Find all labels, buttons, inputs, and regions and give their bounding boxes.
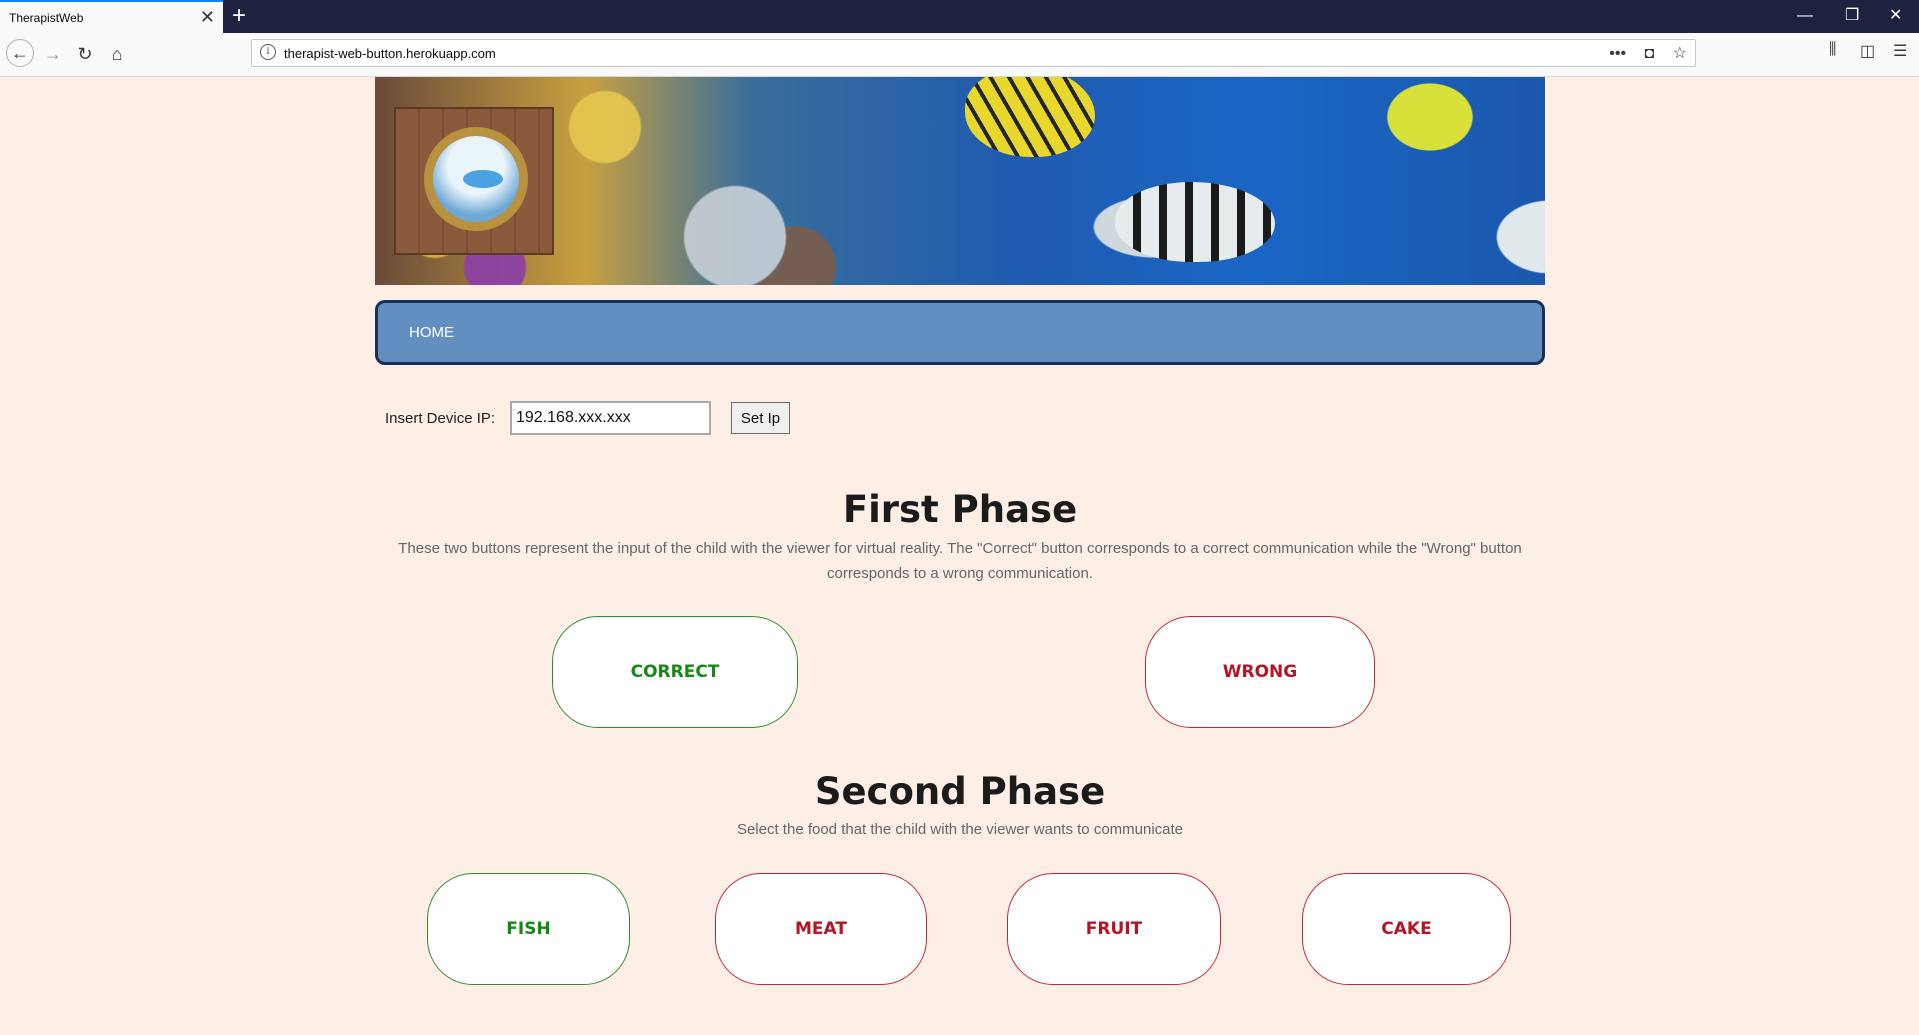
header-banner <box>375 77 1545 285</box>
browser-tab[interactable]: TherapistWeb ✕ <box>0 0 223 33</box>
bookmark-star-icon[interactable]: ☆ <box>1673 45 1687 62</box>
second-phase-description: Select the food that the child with the … <box>736 821 1184 838</box>
restore-icon[interactable]: ❐ <box>1845 4 1859 28</box>
device-ip-input[interactable] <box>510 401 711 435</box>
home-icon[interactable]: ⌂ <box>104 41 130 67</box>
main-menu: HOME <box>375 300 1545 365</box>
close-window-icon[interactable]: ✕ <box>1889 4 1902 28</box>
sidebar-icon[interactable]: ◫ <box>1860 41 1875 61</box>
ip-label: Insert Device IP: <box>385 410 496 427</box>
info-icon[interactable]: i <box>260 44 276 60</box>
minimize-icon[interactable]: — <box>1797 4 1813 28</box>
first-phase-title: First Phase <box>842 488 1078 531</box>
dolphin-icon <box>463 170 503 188</box>
reload-icon[interactable]: ↻ <box>72 41 98 67</box>
cake-button[interactable]: CAKE <box>1302 873 1511 985</box>
wrong-button[interactable]: WRONG <box>1145 616 1375 728</box>
pocket-icon[interactable]: ◘ <box>1645 45 1655 62</box>
new-tab-icon[interactable]: + <box>232 3 246 29</box>
close-tab-icon[interactable]: ✕ <box>200 7 215 27</box>
menu-icon[interactable]: ☰ <box>1893 41 1907 61</box>
library-icon[interactable]: ⫼ <box>1829 41 1836 59</box>
more-actions-icon[interactable]: ••• <box>1609 45 1626 62</box>
forward-icon[interactable]: → <box>40 41 66 67</box>
url-text[interactable]: therapist-web-button.herokuapp.com <box>284 46 496 61</box>
back-icon[interactable]: ← <box>6 39 34 67</box>
second-phase-title: Second Phase <box>814 770 1106 813</box>
porthole-logo <box>394 107 554 255</box>
correct-button[interactable]: CORRECT <box>552 616 798 728</box>
meat-button[interactable]: MEAT <box>715 873 927 985</box>
menu-home-link[interactable]: HOME <box>409 324 454 341</box>
first-phase-description: These two buttons represent the input of… <box>398 540 1522 582</box>
set-ip-button[interactable]: Set Ip <box>731 402 790 434</box>
tab-title: TherapistWeb <box>9 11 84 25</box>
yellow-fish-image <box>965 77 1095 157</box>
tab-bar: TherapistWeb ✕ + — ❐ ✕ <box>0 0 1919 33</box>
fish-button[interactable]: FISH <box>427 873 630 985</box>
striped-fish-image <box>1115 182 1275 262</box>
url-bar[interactable]: i therapist-web-button.herokuapp.com •••… <box>251 39 1696 67</box>
porthole-icon <box>424 127 528 231</box>
fruit-button[interactable]: FRUIT <box>1007 873 1221 985</box>
